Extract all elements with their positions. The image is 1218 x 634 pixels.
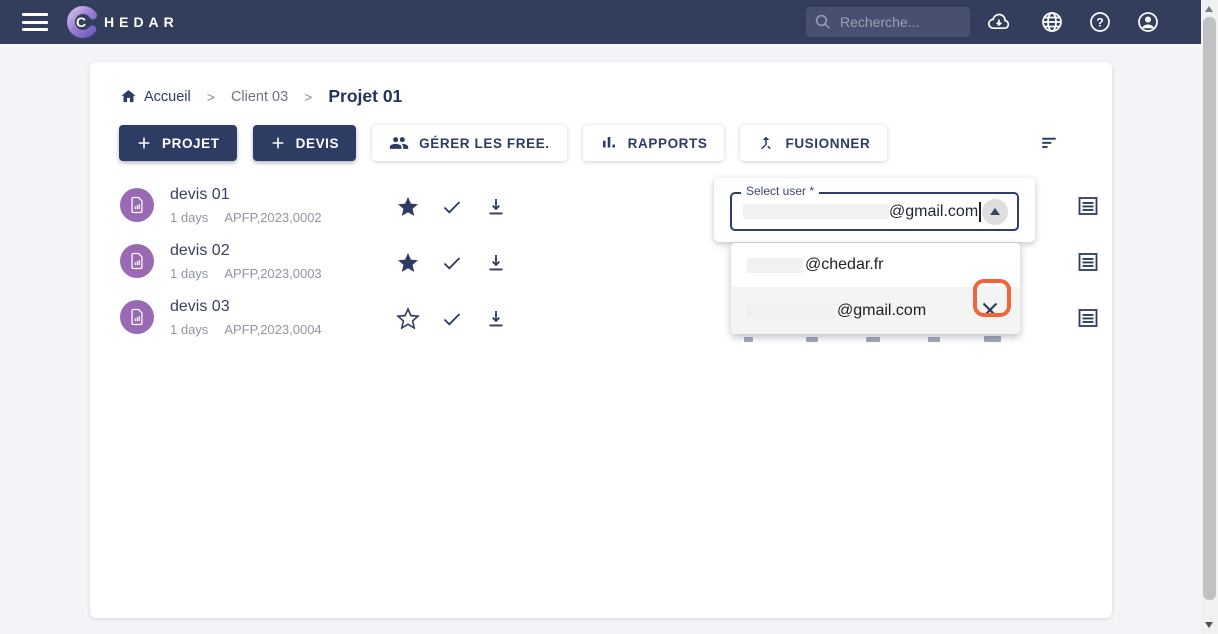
search-box[interactable] xyxy=(806,7,970,37)
breadcrumb-client[interactable]: Client 03 xyxy=(231,89,288,105)
select-user-label: Select user * xyxy=(741,184,820,198)
download-icon[interactable] xyxy=(484,307,508,331)
text-cursor xyxy=(979,201,981,222)
scroll-up-arrow[interactable] xyxy=(1205,6,1213,12)
brand-logo[interactable]: C HEDAR xyxy=(64,3,179,41)
scrollbar[interactable] xyxy=(1201,0,1218,634)
close-icon[interactable] xyxy=(977,297,1003,323)
devis-age: 1 days xyxy=(170,210,209,225)
devis-avatar xyxy=(120,188,154,222)
merge-icon xyxy=(757,134,775,152)
bar-chart-icon xyxy=(600,134,618,152)
star-icon[interactable] xyxy=(396,307,420,331)
redacted-text xyxy=(743,204,889,219)
app-window: C HEDAR ? Acc xyxy=(0,0,1218,634)
user-options-list: @chedar.fr @gmail.com xyxy=(731,243,1020,334)
devis-ref: APFP,2023,0004 xyxy=(224,322,322,337)
user-option[interactable]: @chedar.fr xyxy=(731,243,1020,287)
content-card: Accueil > Client 03 > Projet 01 PROJET D… xyxy=(90,62,1112,618)
notes-icon[interactable] xyxy=(1076,250,1100,274)
star-icon[interactable] xyxy=(396,195,420,219)
page-title: Projet 01 xyxy=(328,86,403,106)
gerer-les-free-button[interactable]: GÉRER LES FREE. xyxy=(372,125,567,161)
devis-avatar xyxy=(120,244,154,278)
breadcrumb-home[interactable]: Accueil xyxy=(120,88,191,105)
add-devis-label: DEVIS xyxy=(295,135,340,151)
document-chart-icon xyxy=(131,308,143,326)
devis-title: devis 03 xyxy=(170,298,230,315)
svg-text:?: ? xyxy=(1096,15,1103,29)
notes-icon[interactable] xyxy=(1076,194,1100,218)
logo-ring-icon: C xyxy=(64,3,102,41)
home-icon xyxy=(120,88,137,105)
devis-age: 1 days xyxy=(170,322,209,337)
document-chart-icon xyxy=(131,252,143,270)
devis-ref: APFP,2023,0002 xyxy=(224,210,322,225)
rapports-button[interactable]: RAPPORTS xyxy=(582,125,725,161)
devis-title: devis 01 xyxy=(170,186,230,203)
devis-age: 1 days xyxy=(170,266,209,281)
devis-subtitle: 1 days APFP,2023,0003 xyxy=(170,266,322,281)
brand-text: HEDAR xyxy=(104,14,179,30)
check-icon[interactable] xyxy=(440,251,464,275)
notes-icon[interactable] xyxy=(1076,306,1100,330)
scrollbar-thumb[interactable] xyxy=(1203,17,1216,600)
user-option-label: @gmail.com xyxy=(837,301,927,319)
check-icon[interactable] xyxy=(440,195,464,219)
hidden-icon-fragment xyxy=(928,337,940,342)
redacted-text xyxy=(747,257,803,273)
redacted-text xyxy=(747,303,835,318)
document-chart-icon xyxy=(131,196,143,214)
scroll-down-arrow[interactable] xyxy=(1205,622,1213,628)
menu-icon[interactable] xyxy=(22,13,48,31)
fusionner-label: FUSIONNER xyxy=(785,135,871,151)
fusionner-button[interactable]: FUSIONNER xyxy=(740,125,888,161)
select-user-value: @gmail.com xyxy=(889,202,979,220)
search-input[interactable] xyxy=(840,14,962,30)
hidden-icon-fragment xyxy=(984,336,1001,342)
star-icon[interactable] xyxy=(396,251,420,275)
brand-first-letter: C xyxy=(76,14,88,30)
download-icon[interactable] xyxy=(484,195,508,219)
hidden-icon-fragment xyxy=(806,337,818,342)
gerer-les-free-label: GÉRER LES FREE. xyxy=(419,135,550,151)
devis-title: devis 02 xyxy=(170,242,230,259)
arrow-up-icon xyxy=(990,208,1000,215)
globe-icon[interactable] xyxy=(1040,10,1064,34)
help-icon[interactable]: ? xyxy=(1088,10,1112,34)
plus-icon xyxy=(136,135,152,151)
collapse-dropdown-button[interactable] xyxy=(982,198,1008,225)
add-projet-label: PROJET xyxy=(162,135,220,151)
hidden-icon-fragment xyxy=(744,337,753,342)
breadcrumb-home-label: Accueil xyxy=(144,88,191,105)
user-option-label: @chedar.fr xyxy=(805,256,884,273)
hidden-icon-fragment xyxy=(866,337,880,342)
toolbar: PROJET DEVIS GÉRER LES FREE. RAPPORTS FU… xyxy=(119,125,888,161)
search-icon xyxy=(814,13,832,31)
people-icon xyxy=(389,133,409,153)
user-option[interactable]: @gmail.com xyxy=(731,287,1020,334)
devis-subtitle: 1 days APFP,2023,0004 xyxy=(170,322,322,337)
breadcrumb: Accueil > Client 03 > Projet 01 xyxy=(120,86,402,107)
sort-icon[interactable] xyxy=(1038,134,1060,152)
check-icon[interactable] xyxy=(440,307,464,331)
add-projet-button[interactable]: PROJET xyxy=(119,125,237,161)
breadcrumb-separator: > xyxy=(304,88,313,105)
breadcrumb-separator: > xyxy=(206,88,215,105)
plus-icon xyxy=(270,135,286,151)
download-icon[interactable] xyxy=(484,251,508,275)
topbar: C HEDAR ? xyxy=(0,0,1201,44)
devis-ref: APFP,2023,0003 xyxy=(224,266,322,281)
devis-subtitle: 1 days APFP,2023,0002 xyxy=(170,210,322,225)
add-devis-button[interactable]: DEVIS xyxy=(252,125,357,161)
devis-avatar xyxy=(120,300,154,334)
account-icon[interactable] xyxy=(1136,10,1160,34)
cloud-download-icon[interactable] xyxy=(987,10,1011,34)
rapports-label: RAPPORTS xyxy=(627,135,708,151)
